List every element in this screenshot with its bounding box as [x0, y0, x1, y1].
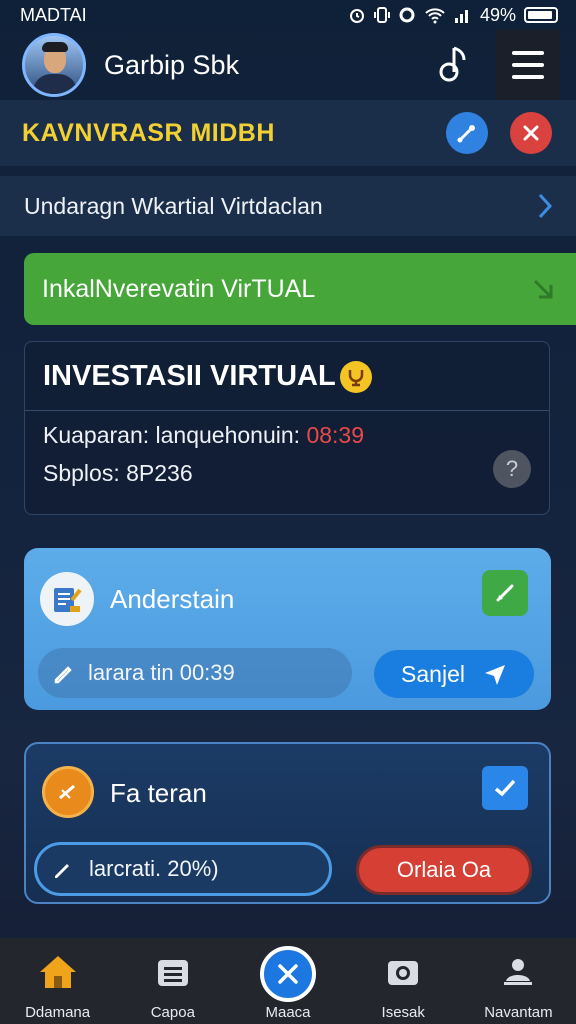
nav-row[interactable]: Undaragn Wkartial Virtdaclan [0, 176, 576, 236]
alarm-icon [349, 9, 364, 23]
settings-icon [399, 7, 415, 23]
pencil-icon [55, 864, 69, 878]
wifi-icon [425, 8, 445, 24]
nav-row-label: Undaragn Wkartial Virtdaclan [24, 192, 323, 219]
pencil-icon [54, 666, 72, 684]
hamburger-menu-icon[interactable] [496, 30, 560, 100]
home-icon [36, 952, 80, 992]
music-note-icon[interactable] [430, 40, 478, 88]
send-button[interactable]: Sanjel [374, 650, 534, 698]
nav-item-list[interactable]: Capoa [115, 938, 230, 1024]
status-icons: 49% [348, 5, 558, 26]
battery-percent: 49% [479, 4, 516, 25]
divider [25, 410, 549, 411]
understand-title: Anderstain [110, 584, 235, 614]
investment-card: INVESTASII VIRTUAL Kuaparan: lanquehonui… [24, 341, 550, 515]
close-icon[interactable] [510, 112, 552, 154]
edit-icon[interactable] [482, 570, 528, 616]
danger-button[interactable]: Orlaia Oa [356, 845, 532, 895]
nav-item-camera[interactable]: Isesak [346, 938, 461, 1024]
nav-item-home[interactable]: Ddamana [0, 938, 115, 1024]
badge-icon [42, 766, 94, 818]
list-icon [151, 952, 195, 992]
investment-line-1: Kuaparan: lanquehonuin: 08:39 [43, 422, 365, 448]
percent-input-value: larcrati. 20%) [89, 856, 219, 881]
fateran-title: Fa teran [110, 778, 207, 808]
understand-card: Anderstain larara tin 00:39 Sanjel [24, 548, 551, 710]
nav-item-notification[interactable]: Navantam [461, 938, 576, 1024]
investment-line-2: Sbplos: 8P236 [43, 460, 193, 486]
virtual-card-green[interactable]: InkalNverevatin VirTUAL [24, 253, 576, 325]
time-input[interactable]: larara tin 00:39 [38, 648, 352, 698]
chevron-right-icon [538, 193, 553, 219]
fateran-card: Fa teran larcrati. 20%) Orlaia Oa [24, 742, 551, 904]
emoji-badge-icon [339, 360, 372, 393]
send-icon [484, 665, 505, 685]
wrench-icon[interactable] [446, 112, 488, 154]
investment-title: INVESTASII VIRTUAL [43, 360, 372, 393]
camera-icon [381, 952, 425, 992]
battery-icon [524, 7, 558, 23]
avatar[interactable] [22, 33, 86, 97]
clipboard-icon [40, 572, 94, 626]
username-label: Garbip Sbk [104, 49, 240, 80]
green-card-label: InkalNverevatin VirTUAL [42, 274, 316, 303]
close-icon [260, 946, 316, 1002]
help-icon[interactable]: ? [493, 450, 531, 488]
check-icon[interactable] [482, 766, 528, 810]
carrier-label: MADTAI [20, 4, 87, 25]
time-input-value: larara tin 00:39 [88, 660, 235, 685]
signal-icon [454, 10, 468, 23]
bottom-nav: Ddamana Capoa Maaca Isesak Navantam [0, 938, 576, 1024]
status-bar: MADTAI 49% [0, 0, 576, 30]
banner: KAVNVRASR MIDBH [0, 100, 576, 166]
timer-value: 08:39 [306, 422, 365, 448]
notification-icon [496, 952, 540, 992]
chevron-right-icon [533, 279, 553, 299]
app-header: Garbip Sbk [0, 30, 576, 100]
nav-item-active[interactable]: Maaca [230, 938, 345, 1024]
percent-input[interactable]: larcrati. 20%) [34, 842, 332, 896]
vibrate-icon [373, 7, 390, 23]
banner-title: KAVNVRASR MIDBH [22, 118, 275, 147]
